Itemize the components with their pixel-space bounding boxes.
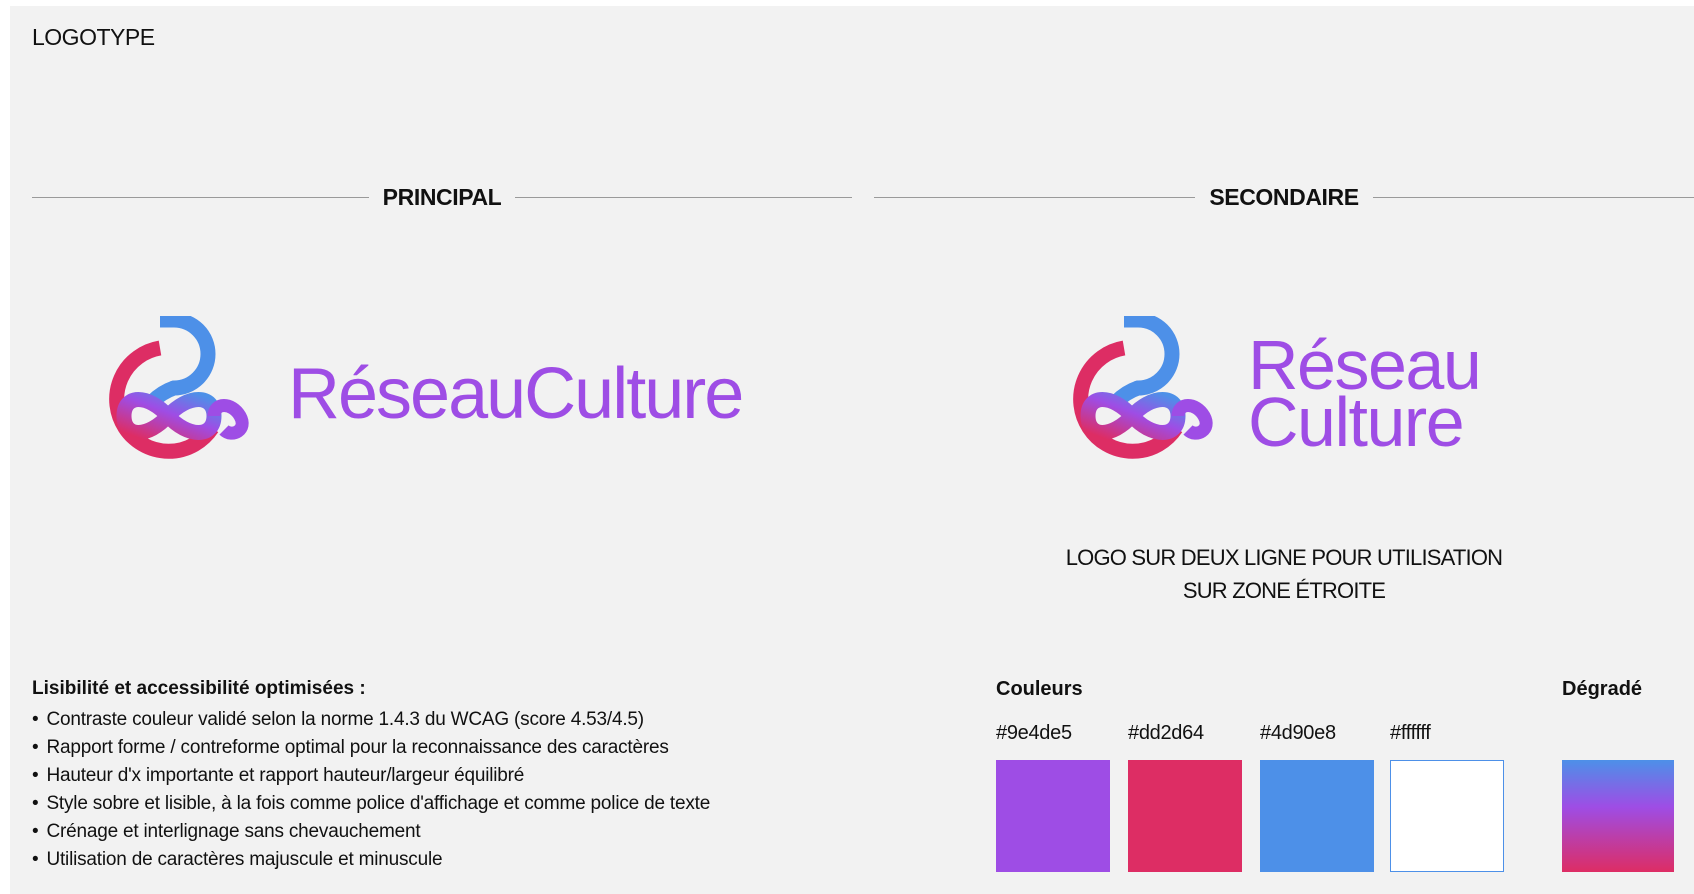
- divider-line: [32, 196, 369, 198]
- section-header-principal: PRINCIPAL: [32, 182, 852, 212]
- caption-line-2: SUR ZONE ÉTROITE: [1182, 578, 1386, 603]
- logo-wordmark-two-line: Réseau Culture: [1248, 329, 1482, 461]
- swatch-hex: #9e4de5: [996, 722, 1072, 744]
- divider-line: [515, 196, 852, 198]
- swatch-hex: #ffffff: [1390, 722, 1431, 744]
- caption-line-1: LOGO SUR DEUX LIGNE POUR UTILISATION: [1065, 545, 1503, 570]
- logo-symbol-icon: [1073, 316, 1213, 459]
- section-header-secondaire: SECONDAIRE: [874, 182, 1694, 212]
- list-item: Hauteur d'x importante et rapport hauteu…: [32, 762, 932, 790]
- swatch-hex: #4d90e8: [1260, 722, 1336, 744]
- color-swatch: [1260, 760, 1374, 872]
- logo-wordmark: RéseauCulture: [288, 354, 744, 434]
- swatch-white: #ffffff: [1390, 722, 1506, 872]
- swatch-pink: #dd2d64: [1128, 722, 1244, 872]
- list-item: Style sobre et lisible, à la fois comme …: [32, 790, 932, 818]
- color-swatch: [1128, 760, 1242, 872]
- logo-primary: RéseauCulture: [90, 316, 744, 472]
- gradient-title: Dégradé: [1562, 678, 1643, 700]
- gradient-swatch: [1562, 760, 1674, 872]
- wordmark-line-2: Culture: [1248, 383, 1465, 461]
- divider-line: [874, 196, 1196, 198]
- list-item: Utilisation de caractères majuscule et m…: [32, 846, 932, 874]
- brand-guidelines-sheet: LOGOTYPE PRINCIPAL SECONDAIRE RéseauCult…: [10, 6, 1694, 894]
- logo-secondary: Réseau Culture: [1054, 316, 1482, 472]
- colors-title: Couleurs: [996, 678, 1083, 700]
- page-title: LOGOTYPE: [32, 24, 155, 50]
- list-item: Rapport forme / contreforme optimal pour…: [32, 734, 932, 762]
- swatch-hex: #dd2d64: [1128, 722, 1204, 744]
- color-swatch: [996, 760, 1110, 872]
- swatch-purple: #9e4de5: [996, 722, 1112, 872]
- section-label-secondaire: SECONDAIRE: [1209, 183, 1359, 210]
- list-item: Contraste couleur validé selon la norme …: [32, 706, 932, 734]
- logo-symbol-icon: [109, 316, 249, 459]
- accessibility-heading: Lisibilité et accessibilité optimisées :: [32, 678, 366, 699]
- list-item: Crénage et interlignage sans chevaucheme…: [32, 818, 932, 846]
- accessibility-list: Contraste couleur validé selon la norme …: [32, 706, 932, 874]
- secondary-logo-caption: LOGO SUR DEUX LIGNE POUR UTILISATION SUR…: [1054, 541, 1514, 607]
- swatch-blue: #4d90e8: [1260, 722, 1376, 872]
- section-label-principal: PRINCIPAL: [382, 183, 502, 210]
- color-swatch: [1390, 760, 1504, 872]
- accessibility-notes: Lisibilité et accessibilité optimisées :…: [32, 678, 932, 874]
- divider-line: [1372, 196, 1694, 198]
